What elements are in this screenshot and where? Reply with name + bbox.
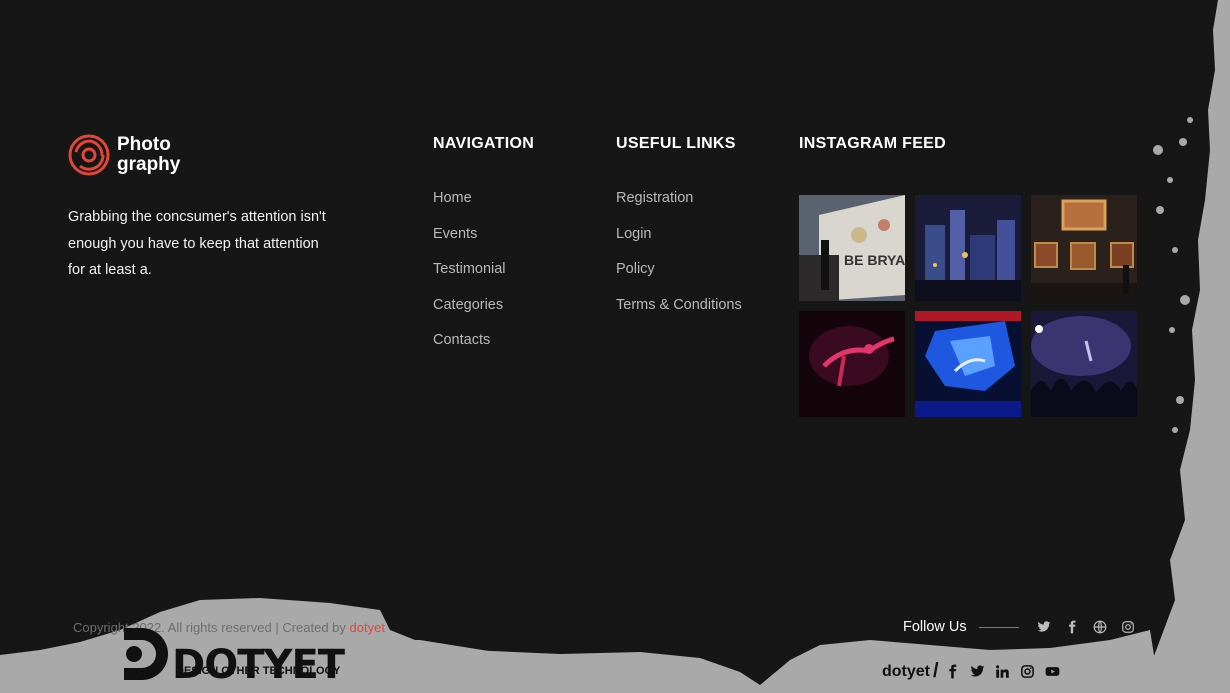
useful-links-list: Registration Login Policy Terms & Condit… [616, 190, 742, 332]
instagram-icon[interactable] [1121, 620, 1135, 634]
link-policy[interactable]: Policy [616, 261, 742, 297]
navigation-title: NAVIGATION [433, 135, 535, 152]
instagram-icon[interactable] [1020, 664, 1035, 679]
instagram-photo-concert-crowd[interactable] [1031, 311, 1137, 417]
instagram-photo-mural[interactable]: BE BRYA [799, 195, 905, 301]
watermark-name: dotyet [882, 662, 930, 680]
nav-link-contacts[interactable]: Contacts [433, 332, 506, 368]
link-login[interactable]: Login [616, 226, 742, 262]
follow-us-label: Follow Us [903, 619, 967, 635]
instagram-photo-red-dancer[interactable] [799, 311, 905, 417]
watermark-social: dotyet / [882, 660, 1070, 683]
nav-link-categories[interactable]: Categories [433, 297, 506, 333]
youtube-icon[interactable] [1045, 664, 1060, 679]
follow-us: Follow Us [903, 619, 1149, 635]
link-registration[interactable]: Registration [616, 190, 742, 226]
instagram-photo-blue-stage[interactable] [915, 311, 1021, 417]
globe-icon[interactable] [1093, 620, 1107, 634]
brand-logo[interactable]: Photo graphy [68, 134, 180, 176]
creator-link[interactable]: dotyet [350, 620, 385, 635]
brand-name-line1: Photo [117, 134, 171, 155]
link-terms-conditions[interactable]: Terms & Conditions [616, 297, 742, 333]
instagram-feed-grid: BE BRYA [799, 195, 1137, 417]
linkedin-icon[interactable] [995, 664, 1010, 679]
dotyet-mark-icon [124, 628, 168, 680]
nav-link-events[interactable]: Events [433, 226, 506, 262]
instagram-photo-gallery-paintings[interactable] [1031, 195, 1137, 301]
nav-link-testimonial[interactable]: Testimonial [433, 261, 506, 297]
svg-text:BE BRYA: BE BRYA [844, 252, 905, 268]
follow-divider [978, 626, 1019, 628]
aperture-logo-icon [68, 134, 110, 176]
facebook-icon[interactable] [1065, 620, 1079, 634]
brand-name-line2: graphy [117, 154, 181, 175]
twitter-icon[interactable] [970, 664, 985, 679]
about-text: Grabbing the concsumer's attention isn't… [68, 209, 326, 278]
instagram-photo-city-model[interactable] [915, 195, 1021, 301]
brand-name: Photo graphy [117, 135, 180, 175]
useful-links-title: USEFUL LINKS [616, 135, 736, 152]
watermark-logo: DOTYET DESIGN OTHER TECHNOLOGY [120, 624, 345, 685]
nav-link-home[interactable]: Home [433, 190, 506, 226]
watermark-subtitle: DESIGN OTHER TECHNOLOGY [176, 665, 341, 677]
facebook-icon[interactable] [945, 664, 960, 679]
instagram-feed-title: INSTAGRAM FEED [799, 135, 947, 152]
watermark-slash: / [933, 660, 939, 682]
social-icons [1037, 620, 1149, 634]
navigation-list: Home Events Testimonial Categories Conta… [433, 190, 506, 368]
twitter-icon[interactable] [1037, 620, 1051, 634]
